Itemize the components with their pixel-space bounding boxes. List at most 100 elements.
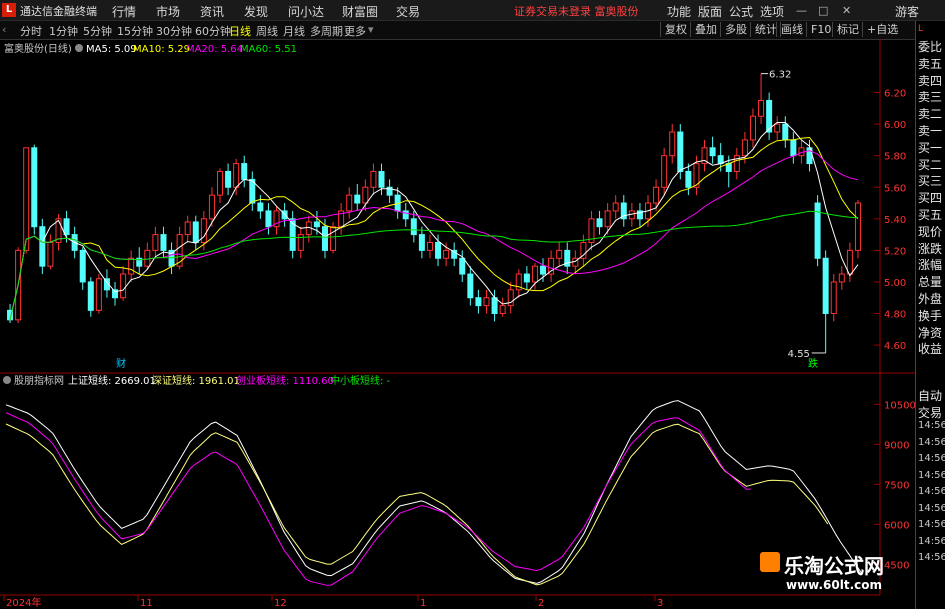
candle-up <box>653 186 660 204</box>
time-label: 2 <box>538 598 544 609</box>
fuquan-button[interactable]: 复权 <box>660 22 691 37</box>
close-icon[interactable]: ✕ <box>842 4 851 17</box>
candle-up <box>152 234 159 251</box>
candle-up <box>346 194 353 212</box>
tab-30min[interactable]: 30分钟 <box>156 23 192 39</box>
candle-down <box>87 281 94 311</box>
sub-axis-label: 7500 <box>884 480 909 491</box>
quote-label: 卖四 <box>918 73 943 88</box>
quote-label: 净资 <box>918 325 943 340</box>
tab-5min[interactable]: 5分钟 <box>83 23 112 39</box>
candle-up <box>330 226 337 251</box>
candle-up <box>669 131 676 157</box>
quote-label: 外盘 <box>918 292 943 306</box>
candle-down <box>265 210 272 228</box>
candle-up <box>774 123 781 133</box>
candle-up <box>208 194 215 220</box>
candle-down <box>63 218 70 236</box>
maximize-icon[interactable]: □ <box>818 4 828 17</box>
tab-multi-period[interactable]: 多周期 <box>310 23 343 39</box>
candle-up <box>370 170 377 188</box>
tab-month[interactable]: 月线 <box>283 23 305 39</box>
candle-up <box>749 115 756 141</box>
quote-label: 换手 <box>918 308 943 323</box>
watermark-title: 乐淘公式网 <box>784 554 884 578</box>
menu-item-zixun[interactable]: 资讯 <box>200 3 224 20</box>
chart-area[interactable]: 富奥股份(日线) MA5: 5.09 MA10: 5.29 MA20: 5.64… <box>0 39 915 609</box>
menu-item-gongneng[interactable]: 功能 <box>667 3 691 20</box>
tab-fenshi[interactable]: 分时 <box>20 23 42 39</box>
candle-up <box>854 202 861 251</box>
quote-label: 买三 <box>918 174 943 189</box>
menu-item-faxian[interactable]: 发现 <box>244 3 268 20</box>
quote-label: 买五 <box>918 208 943 222</box>
ma5-line <box>9 122 859 320</box>
menu-item-gongshi[interactable]: 公式 <box>729 3 753 20</box>
candle-down <box>192 221 199 243</box>
candle-down <box>402 210 409 220</box>
auto-trade-label: 交易 <box>918 405 943 420</box>
candle-down <box>160 234 167 251</box>
time-label: 11 <box>140 598 153 609</box>
tab-more[interactable]: 更多 <box>344 23 366 39</box>
settings-dot-icon[interactable] <box>75 44 83 52</box>
chevron-down-icon[interactable]: ▾ <box>368 23 374 36</box>
quote-label: 总量 <box>918 275 943 290</box>
candle-down <box>822 257 829 314</box>
candle-up <box>612 202 619 212</box>
trade-time: 14:56 <box>918 420 945 431</box>
price-label: 5.40 <box>884 215 906 226</box>
minimize-icon[interactable]: — <box>796 4 807 17</box>
candle-up <box>233 163 240 188</box>
tab-1min[interactable]: 1分钟 <box>49 23 78 39</box>
event-cai-marker[interactable]: 财 <box>116 357 126 370</box>
duogu-button[interactable]: 多股 <box>720 22 751 37</box>
candle-down <box>540 265 547 275</box>
f10-button[interactable]: F10 <box>806 22 835 37</box>
candle-down <box>467 273 474 299</box>
candle-up <box>47 241 54 267</box>
tab-15min[interactable]: 15分钟 <box>117 23 153 39</box>
ma5-value: MA5: 5.09 <box>86 44 137 55</box>
menu-item-shichang[interactable]: 市场 <box>156 3 180 20</box>
huaxian-button[interactable]: 画线 <box>776 22 807 37</box>
price-label: 4.60 <box>884 341 906 352</box>
sub-line-3 <box>5 412 751 586</box>
sub-settings-dot-icon[interactable] <box>3 376 11 384</box>
login-notice[interactable]: 证券交易未登录 富奥股份 <box>514 3 639 19</box>
auto-trade-label: 自动 <box>918 389 943 403</box>
sub-indicator-lines <box>5 400 863 586</box>
candle-up <box>176 234 183 267</box>
event-die-marker[interactable]: 跌 <box>808 357 818 370</box>
tab-day[interactable]: 日线 <box>229 23 251 39</box>
trade-time: 14:56 <box>918 486 945 497</box>
add-favorite-button[interactable]: +自选 <box>862 22 902 37</box>
quote-label: 卖五 <box>918 56 943 71</box>
menu-bar: L 通达信金融终端 行情 市场 资讯 发现 问小达 财富圈 交易 证券交易未登录… <box>0 0 945 21</box>
diejia-button[interactable]: 叠加 <box>690 22 721 37</box>
toolbar-arrow-icon[interactable]: ‹ <box>2 23 6 36</box>
sub-axis-label: 6000 <box>884 520 909 531</box>
menu-item-banmian[interactable]: 版面 <box>698 3 722 20</box>
candle-down <box>313 221 320 228</box>
menu-item-caifuquan[interactable]: 财富圈 <box>342 3 378 20</box>
moving-averages <box>9 73 859 354</box>
quote-label: 收益 <box>918 342 943 357</box>
biaoji-button[interactable]: 标记 <box>832 22 863 37</box>
tab-60min[interactable]: 60分钟 <box>195 23 231 39</box>
menu-item-wenxiaoda[interactable]: 问小达 <box>288 3 324 20</box>
candle-down <box>410 218 417 236</box>
trade-time: 14:56 <box>918 535 945 547</box>
tab-week[interactable]: 周线 <box>256 23 278 39</box>
menu-item-xuanxiang[interactable]: 选项 <box>760 3 784 20</box>
candle-up <box>216 170 224 196</box>
guest-label[interactable]: 游客 <box>895 3 919 20</box>
price-axis: 6.20 6.00 5.80 5.60 5.40 5.20 5.00 4.80 4.60 <box>874 89 906 352</box>
price-label: 4.80 <box>884 310 906 321</box>
watermark-logo: 乐淘公式网 www.60lt.com <box>760 552 920 602</box>
quote-label: 买二 <box>918 157 943 172</box>
menu-item-hangqing[interactable]: 行情 <box>112 3 136 20</box>
app-logo-icon: L <box>2 3 16 17</box>
trade-time: 14:56 <box>918 453 945 464</box>
menu-item-jiaoyi[interactable]: 交易 <box>396 3 420 20</box>
